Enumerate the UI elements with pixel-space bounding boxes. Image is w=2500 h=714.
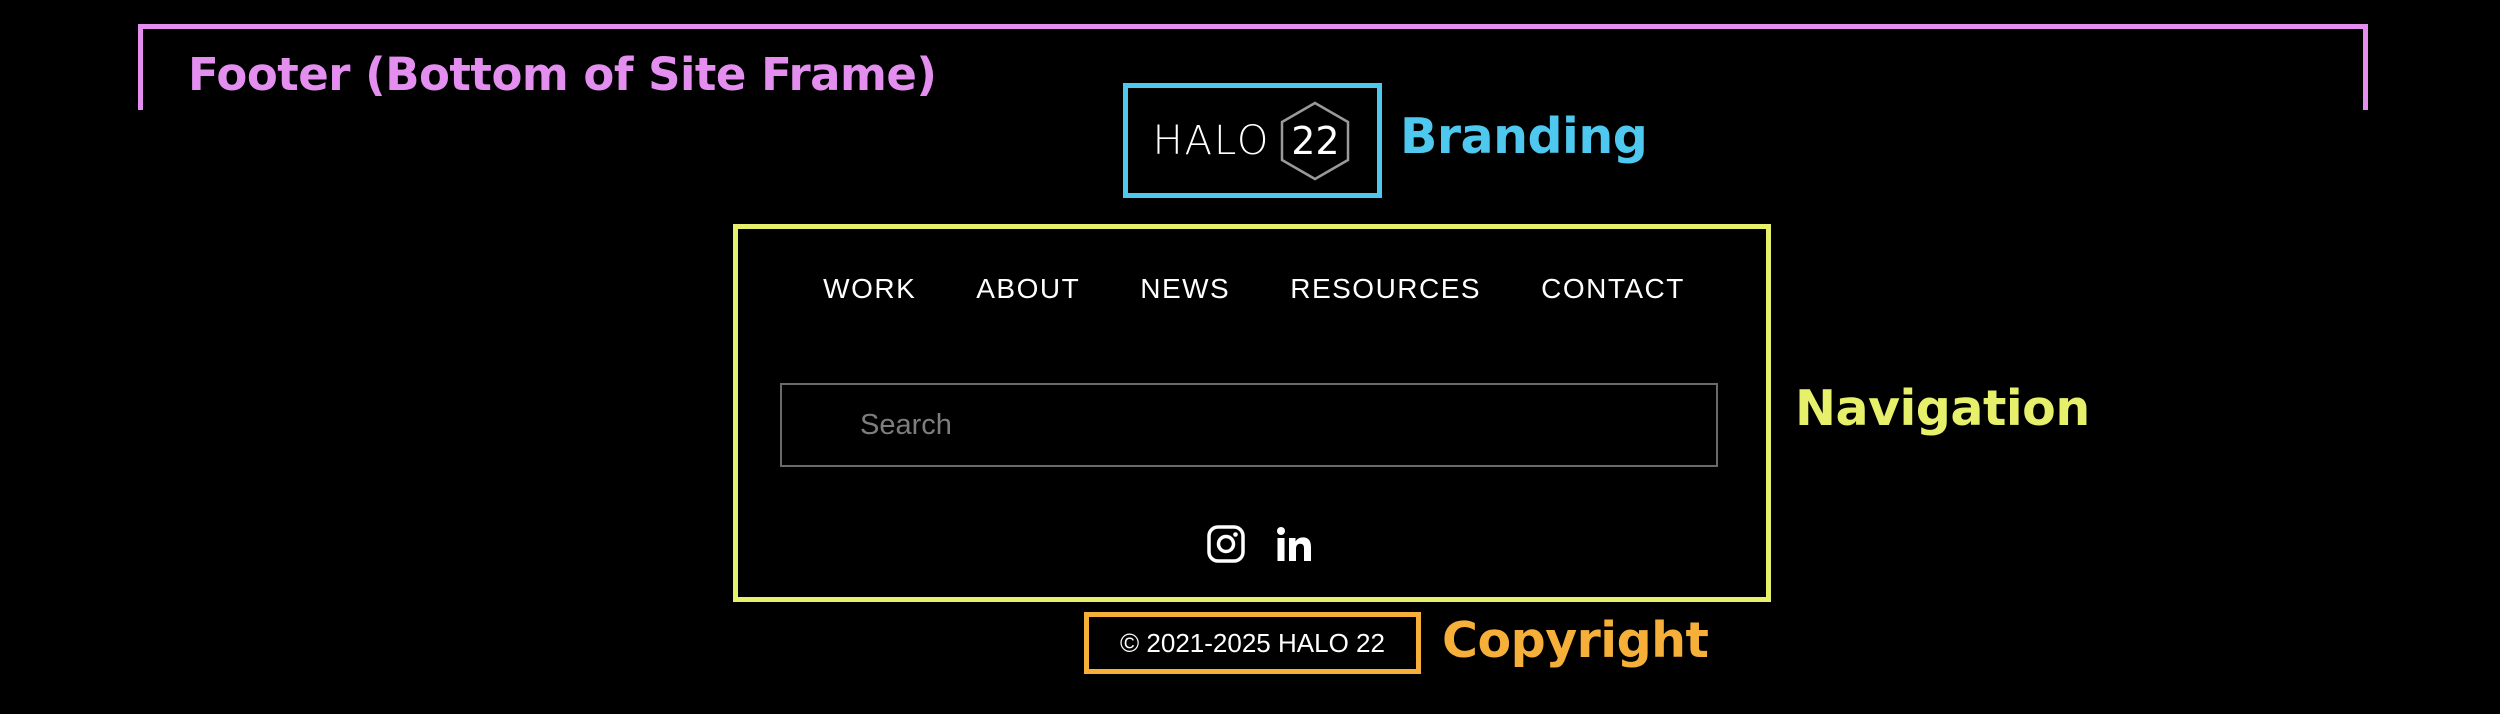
branding-region: HALO 22 (1123, 83, 1382, 198)
nav-link-contact[interactable]: CONTACT (1541, 273, 1685, 305)
footer-annotation-label: Footer (Bottom of Site Frame) (188, 48, 937, 101)
branding-annotation-label: Branding (1400, 108, 1648, 165)
navigation-region: WORK ABOUT NEWS RESOURCES CONTACT (733, 224, 1771, 602)
hexagon-logo-icon: 22 (1278, 100, 1352, 182)
copyright-region: © 2021-2025 HALO 22 (1084, 612, 1421, 674)
navigation-annotation-label: Navigation (1795, 380, 2090, 437)
logo-wordmark: HALO (1152, 117, 1271, 164)
copyright-annotation-label: Copyright (1442, 612, 1709, 669)
search-input[interactable] (780, 383, 1718, 467)
copyright-text: © 2021-2025 HALO 22 (1120, 627, 1385, 658)
nav-link-news[interactable]: NEWS (1140, 273, 1230, 305)
nav-link-resources[interactable]: RESOURCES (1290, 273, 1481, 305)
nav-link-about[interactable]: ABOUT (976, 273, 1080, 305)
linkedin-icon[interactable] (1274, 524, 1314, 564)
nav-link-work[interactable]: WORK (823, 273, 916, 305)
site-logo[interactable]: HALO 22 (1153, 100, 1353, 182)
logo-number: 22 (1291, 118, 1340, 163)
footer-nav: WORK ABOUT NEWS RESOURCES CONTACT (738, 273, 1768, 305)
social-links (738, 524, 1774, 564)
instagram-icon[interactable] (1206, 524, 1246, 564)
